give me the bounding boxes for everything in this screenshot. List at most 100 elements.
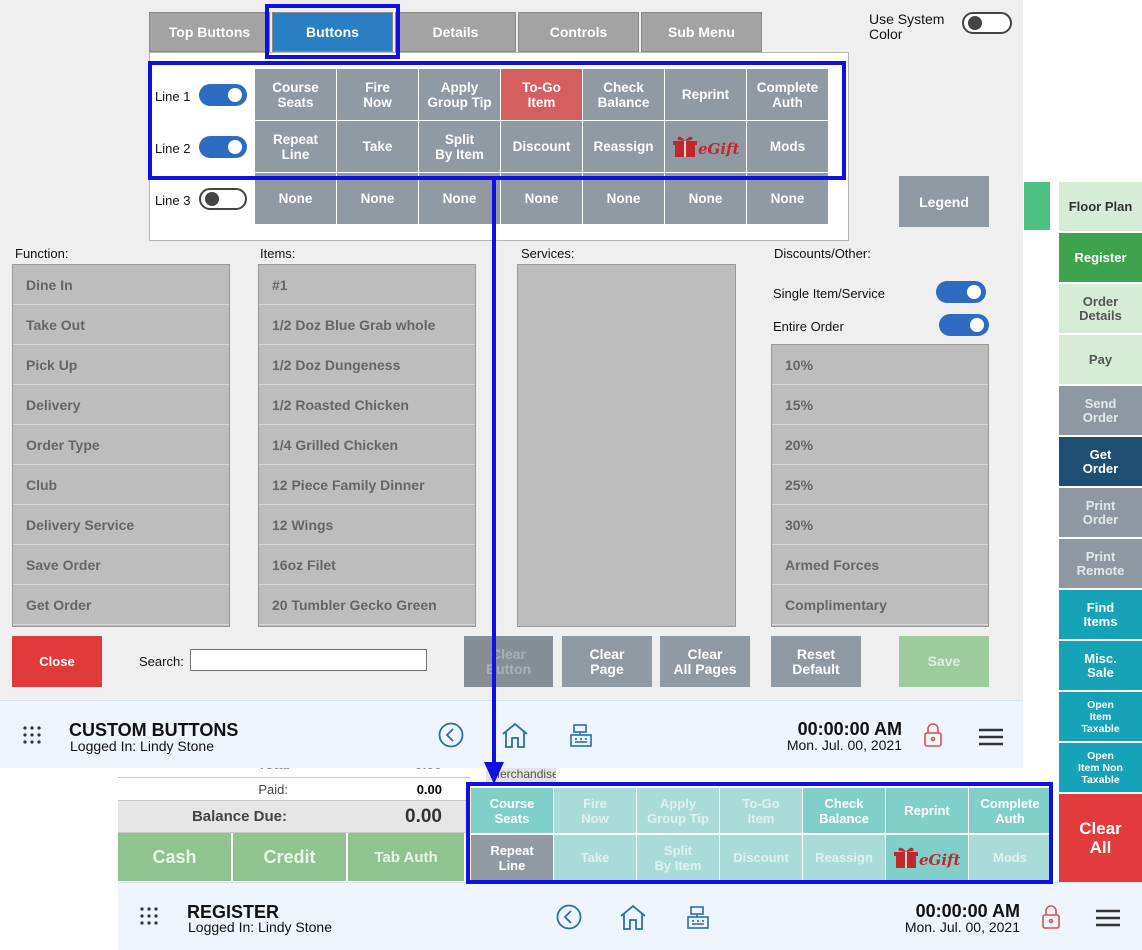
register-button-take[interactable]: Take (554, 835, 636, 880)
tab-buttons[interactable]: Buttons (272, 12, 393, 52)
register-button-fire-now[interactable]: Fire Now (554, 788, 636, 833)
register-button-check-balance[interactable]: Check Balance (803, 788, 885, 833)
line-1-button-complete-auth[interactable]: Complete Auth (747, 69, 828, 120)
line-2-button-split-by-item[interactable]: Split By Item (419, 121, 500, 172)
line-1-toggle[interactable] (199, 84, 247, 106)
tab-controls[interactable]: Controls (518, 12, 639, 52)
side-button-clear-all[interactable]: Clear All (1059, 794, 1142, 884)
clear-all-pages-button[interactable]: Clear All Pages (660, 636, 750, 687)
side-button-pay[interactable]: Pay (1059, 335, 1142, 386)
cash-button[interactable]: Cash (118, 833, 233, 881)
register-button-to-go-item[interactable]: To-Go Item (720, 788, 802, 833)
hamburger-menu-icon[interactable] (979, 728, 1003, 751)
credit-button[interactable]: Credit (233, 833, 348, 881)
line-3-button-none[interactable]: None (255, 173, 336, 224)
reset-default-button[interactable]: Reset Default (771, 636, 861, 687)
function-list-item[interactable]: Delivery Service (13, 505, 229, 545)
line-1-button-fire-now[interactable]: Fire Now (337, 69, 418, 120)
line-1-button-apply-group-tip[interactable]: Apply Group Tip (419, 69, 500, 120)
line-2-toggle[interactable] (199, 136, 247, 158)
side-button-misc-sale[interactable]: Misc. Sale (1059, 641, 1142, 692)
function-list-item[interactable]: Dine In (13, 265, 229, 305)
discount-list-item[interactable]: 15% (772, 385, 988, 425)
items-list-item[interactable]: 20 Tumbler Gecko Green (259, 585, 475, 625)
items-list-item[interactable]: 1/4 Grilled Chicken (259, 425, 475, 465)
line-2-button-reassign[interactable]: Reassign (583, 121, 664, 172)
items-list-item[interactable]: #1 (259, 265, 475, 305)
legend-button[interactable]: Legend (899, 176, 989, 227)
line-1-button-course-seats[interactable]: Course Seats (255, 69, 336, 120)
register-button-repeat-line[interactable]: Repeat Line (471, 835, 553, 880)
register-button-reprint[interactable]: Reprint (886, 788, 968, 833)
line-1-button-check-balance[interactable]: Check Balance (583, 69, 664, 120)
entire-order-toggle[interactable] (939, 314, 989, 336)
line-3-button-none[interactable]: None (747, 173, 828, 224)
clear-button-button[interactable]: Clear Button (464, 636, 553, 687)
register-button-split-by-item[interactable]: Split By Item (637, 835, 719, 880)
function-list-item[interactable]: Delivery (13, 385, 229, 425)
grid-menu-icon[interactable] (23, 726, 41, 749)
discount-list-item[interactable]: 25% (772, 465, 988, 505)
items-list-item[interactable]: 1/2 Roasted Chicken (259, 385, 475, 425)
line-3-toggle[interactable] (199, 188, 247, 210)
single-item-toggle[interactable] (936, 281, 986, 303)
lock-icon[interactable] (922, 722, 944, 753)
function-list-item[interactable]: Pick Up (13, 345, 229, 385)
register-button-complete-auth[interactable]: Complete Auth (969, 788, 1051, 833)
grid-menu-icon[interactable] (140, 907, 158, 930)
side-button-print-remote[interactable]: Print Remote (1059, 539, 1142, 590)
cash-register-icon[interactable] (567, 721, 595, 754)
line-3-button-none[interactable]: None (665, 173, 746, 224)
side-button-register[interactable]: Register (1059, 233, 1142, 284)
items-list-item[interactable]: 1/2 Doz Blue Grab whole (259, 305, 475, 345)
hamburger-menu-icon[interactable] (1096, 909, 1120, 932)
use-system-color-toggle[interactable] (962, 12, 1012, 34)
register-button-egift[interactable]: eGift (886, 835, 968, 880)
register-button-course-seats[interactable]: Course Seats (471, 788, 553, 833)
function-list[interactable]: Dine In Take Out Pick Up Delivery Order Type… (12, 264, 230, 627)
tab-sub-menu[interactable]: Sub Menu (641, 12, 762, 52)
discount-list-item[interactable]: 30% (772, 505, 988, 545)
line-2-button-egift[interactable]: eGift (665, 121, 746, 172)
register-button-reassign[interactable]: Reassign (803, 835, 885, 880)
tab-details[interactable]: Details (395, 12, 516, 52)
line-3-button-none[interactable]: None (501, 173, 582, 224)
line-3-button-none[interactable]: None (337, 173, 418, 224)
discount-list-item[interactable]: 10% (772, 345, 988, 385)
line-1-button-to-go-item[interactable]: To-Go Item (501, 69, 582, 120)
lock-icon[interactable] (1040, 904, 1062, 935)
line-2-button-mods[interactable]: Mods (747, 121, 828, 172)
items-list-item[interactable]: 12 Wings (259, 505, 475, 545)
register-button-apply-group-tip[interactable]: Apply Group Tip (637, 788, 719, 833)
function-list-item[interactable]: Take Out (13, 305, 229, 345)
discount-list-item[interactable]: Complimentary (772, 585, 988, 625)
back-icon[interactable] (438, 722, 464, 753)
side-button-open-item-taxable[interactable]: Open Item Taxable (1059, 692, 1142, 743)
discount-list-item[interactable]: Armed Forces (772, 545, 988, 585)
function-list-item[interactable]: Get Order (13, 585, 229, 625)
function-list-item[interactable]: Club (13, 465, 229, 505)
line-2-button-take[interactable]: Take (337, 121, 418, 172)
tab-top-buttons[interactable]: Top Buttons (149, 12, 270, 52)
save-button[interactable]: Save (899, 636, 989, 687)
side-button-print-order[interactable]: Print Order (1059, 488, 1142, 539)
function-list-item[interactable]: Save Order (13, 545, 229, 585)
side-button-floor-plan[interactable]: Floor Plan (1059, 182, 1142, 233)
side-button-find-items[interactable]: Find Items (1059, 590, 1142, 641)
side-button-send-order[interactable]: Send Order (1059, 386, 1142, 437)
line-2-button-repeat-line[interactable]: Repeat Line (255, 121, 336, 172)
items-list-item[interactable]: 12 Piece Family Dinner (259, 465, 475, 505)
home-icon[interactable] (618, 903, 648, 936)
items-list-item[interactable]: 16oz Filet (259, 545, 475, 585)
side-button-get-order[interactable]: Get Order (1059, 437, 1142, 488)
side-button-order-details[interactable]: Order Details (1059, 284, 1142, 335)
items-list[interactable]: #1 1/2 Doz Blue Grab whole 1/2 Doz Dungene… (258, 264, 476, 627)
line-1-button-reprint[interactable]: Reprint (665, 69, 746, 120)
cash-register-icon[interactable] (684, 903, 712, 936)
discount-list-item[interactable]: 20% (772, 425, 988, 465)
register-button-discount[interactable]: Discount (720, 835, 802, 880)
items-list-item[interactable]: 1/2 Doz Dungeness (259, 345, 475, 385)
close-button[interactable]: Close (12, 636, 102, 687)
register-button-mods[interactable]: Mods (969, 835, 1051, 880)
discounts-list[interactable]: 10% 15% 20% 25% 30% Armed Forces Complimentary (771, 344, 989, 627)
